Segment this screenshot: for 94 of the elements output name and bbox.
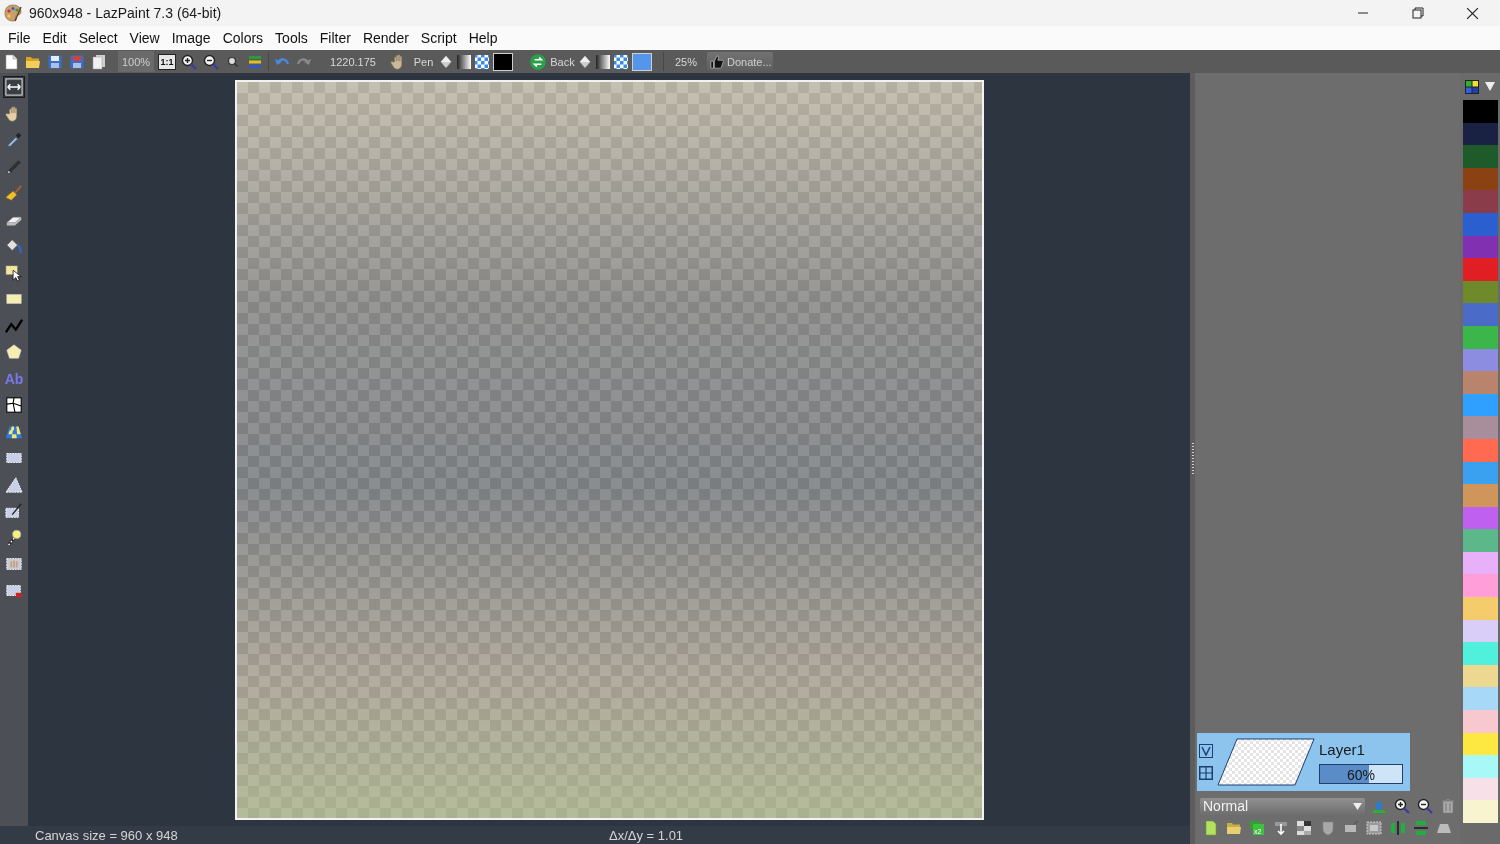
color-swatch[interactable] [1463, 145, 1498, 168]
swap-circle-icon[interactable] [529, 52, 547, 71]
ratio-text: Δx/Δy = 1.01 [609, 827, 685, 843]
menu-item[interactable]: Select [72, 27, 124, 49]
color-swatch[interactable] [1463, 597, 1498, 620]
gradient-icon[interactable] [456, 53, 472, 70]
coordinates-readout: 1220.175 [329, 55, 377, 68]
flip-horizontal-icon[interactable] [1389, 820, 1406, 836]
color-swatch[interactable] [1463, 122, 1498, 146]
menu-item[interactable]: File [2, 27, 37, 49]
color-swatch[interactable] [1463, 664, 1498, 688]
menu-item[interactable]: Help [462, 27, 504, 49]
menu-item[interactable]: Colors [216, 27, 270, 49]
menu-item[interactable]: Edit [36, 27, 73, 49]
zoom-in-icon[interactable] [1393, 798, 1410, 814]
color-swatch[interactable] [1463, 371, 1498, 394]
tiles-icon[interactable] [1296, 820, 1313, 836]
color-swatch[interactable] [1463, 687, 1498, 711]
color-swatch[interactable] [1463, 732, 1498, 756]
menu-item[interactable]: Script [414, 27, 463, 49]
pen-color-swatch[interactable] [493, 52, 513, 71]
color-swatch[interactable] [1463, 710, 1498, 733]
diamond-icon[interactable] [578, 54, 592, 69]
paint-palette-icon [3, 3, 23, 23]
gradient-icon[interactable] [595, 53, 611, 70]
new-file-icon[interactable] [3, 53, 19, 70]
color-swatch[interactable] [1463, 212, 1498, 236]
blend-drop-icon[interactable] [1371, 798, 1387, 814]
save-as-icon[interactable] [69, 53, 85, 70]
color-swatch[interactable] [1463, 755, 1498, 778]
checker-icon[interactable] [474, 53, 490, 70]
caret-icon [1353, 802, 1362, 810]
layers-icon[interactable] [247, 53, 263, 70]
color-swatch[interactable] [1463, 416, 1498, 439]
color-swatch[interactable] [1463, 303, 1498, 326]
color-swatch[interactable] [1463, 574, 1498, 598]
menu-item[interactable]: Image [165, 27, 217, 49]
new-page-icon[interactable] [1202, 820, 1219, 836]
palette-grid-icon[interactable] [1465, 79, 1479, 94]
color-swatch[interactable] [1463, 484, 1498, 507]
color-swatch[interactable] [1463, 619, 1498, 643]
back-label: Back [549, 55, 576, 68]
color-swatch[interactable] [1463, 438, 1498, 462]
checker-icon[interactable] [613, 53, 629, 70]
caret-icon[interactable] [1485, 82, 1495, 91]
grid-icon[interactable] [1199, 766, 1213, 780]
color-swatch[interactable] [1463, 167, 1498, 191]
menu-item[interactable]: Filter [313, 27, 357, 49]
save-icon[interactable] [47, 53, 63, 70]
color-swatch[interactable] [1463, 258, 1498, 281]
color-swatch[interactable] [1463, 461, 1498, 485]
color-swatch[interactable] [1463, 325, 1498, 349]
merge-down-icon[interactable] [1272, 820, 1289, 836]
canvas-size-text: Canvas size = 960 x 948 [35, 827, 179, 843]
color-swatch[interactable] [1463, 190, 1498, 213]
zoom-out-icon[interactable] [1416, 798, 1433, 814]
color-swatch[interactable] [1463, 642, 1498, 665]
trash-icon[interactable] [1439, 798, 1456, 814]
actual-size-button[interactable]: 1:1 [158, 53, 176, 70]
color-swatch[interactable] [1463, 235, 1498, 259]
thumbs-up-icon [710, 54, 724, 69]
layer-name: Layer1 [1319, 740, 1366, 758]
close-icon [1466, 6, 1479, 20]
flip-vertical-icon[interactable] [1413, 820, 1430, 836]
menu-item[interactable]: View [123, 27, 166, 49]
restore-icon [1411, 7, 1424, 19]
back-color-swatch[interactable] [632, 52, 652, 71]
color-swatch[interactable] [1463, 506, 1498, 530]
frame-icon[interactable] [1366, 820, 1383, 836]
color-swatch[interactable] [1463, 777, 1498, 801]
percent-value: 25% [674, 55, 698, 68]
menu-item[interactable]: Tools [269, 27, 314, 49]
blend-mode-dropdown[interactable]: Normal [1200, 797, 1365, 815]
menu-item[interactable]: Render [356, 27, 415, 49]
color-swatch[interactable] [1463, 280, 1498, 304]
window-title: 960x948 - LazPaint 7.3 (64-bit) [29, 5, 222, 21]
folder-icon[interactable] [1226, 820, 1243, 836]
color-swatch[interactable] [1463, 551, 1498, 575]
mask-icon[interactable] [1319, 820, 1336, 836]
color-swatch[interactable] [1463, 529, 1498, 552]
move-icon[interactable] [3, 76, 25, 99]
visibility-checkbox[interactable] [1199, 744, 1213, 758]
donate-button[interactable]: Donate... [707, 52, 773, 71]
zoom-out-icon[interactable] [203, 53, 219, 70]
zoom-level[interactable]: 100% [118, 51, 154, 72]
pages-icon[interactable] [91, 53, 107, 70]
grip-icon [1191, 442, 1194, 475]
color-swatch[interactable] [1463, 348, 1498, 372]
color-swatch[interactable] [1463, 100, 1498, 123]
zoom-in-icon[interactable] [181, 53, 197, 70]
pen-label: Pen [412, 55, 435, 68]
diamond-icon[interactable] [439, 54, 453, 69]
color-swatch[interactable] [1463, 393, 1498, 417]
color-swatch[interactable] [1463, 800, 1498, 823]
